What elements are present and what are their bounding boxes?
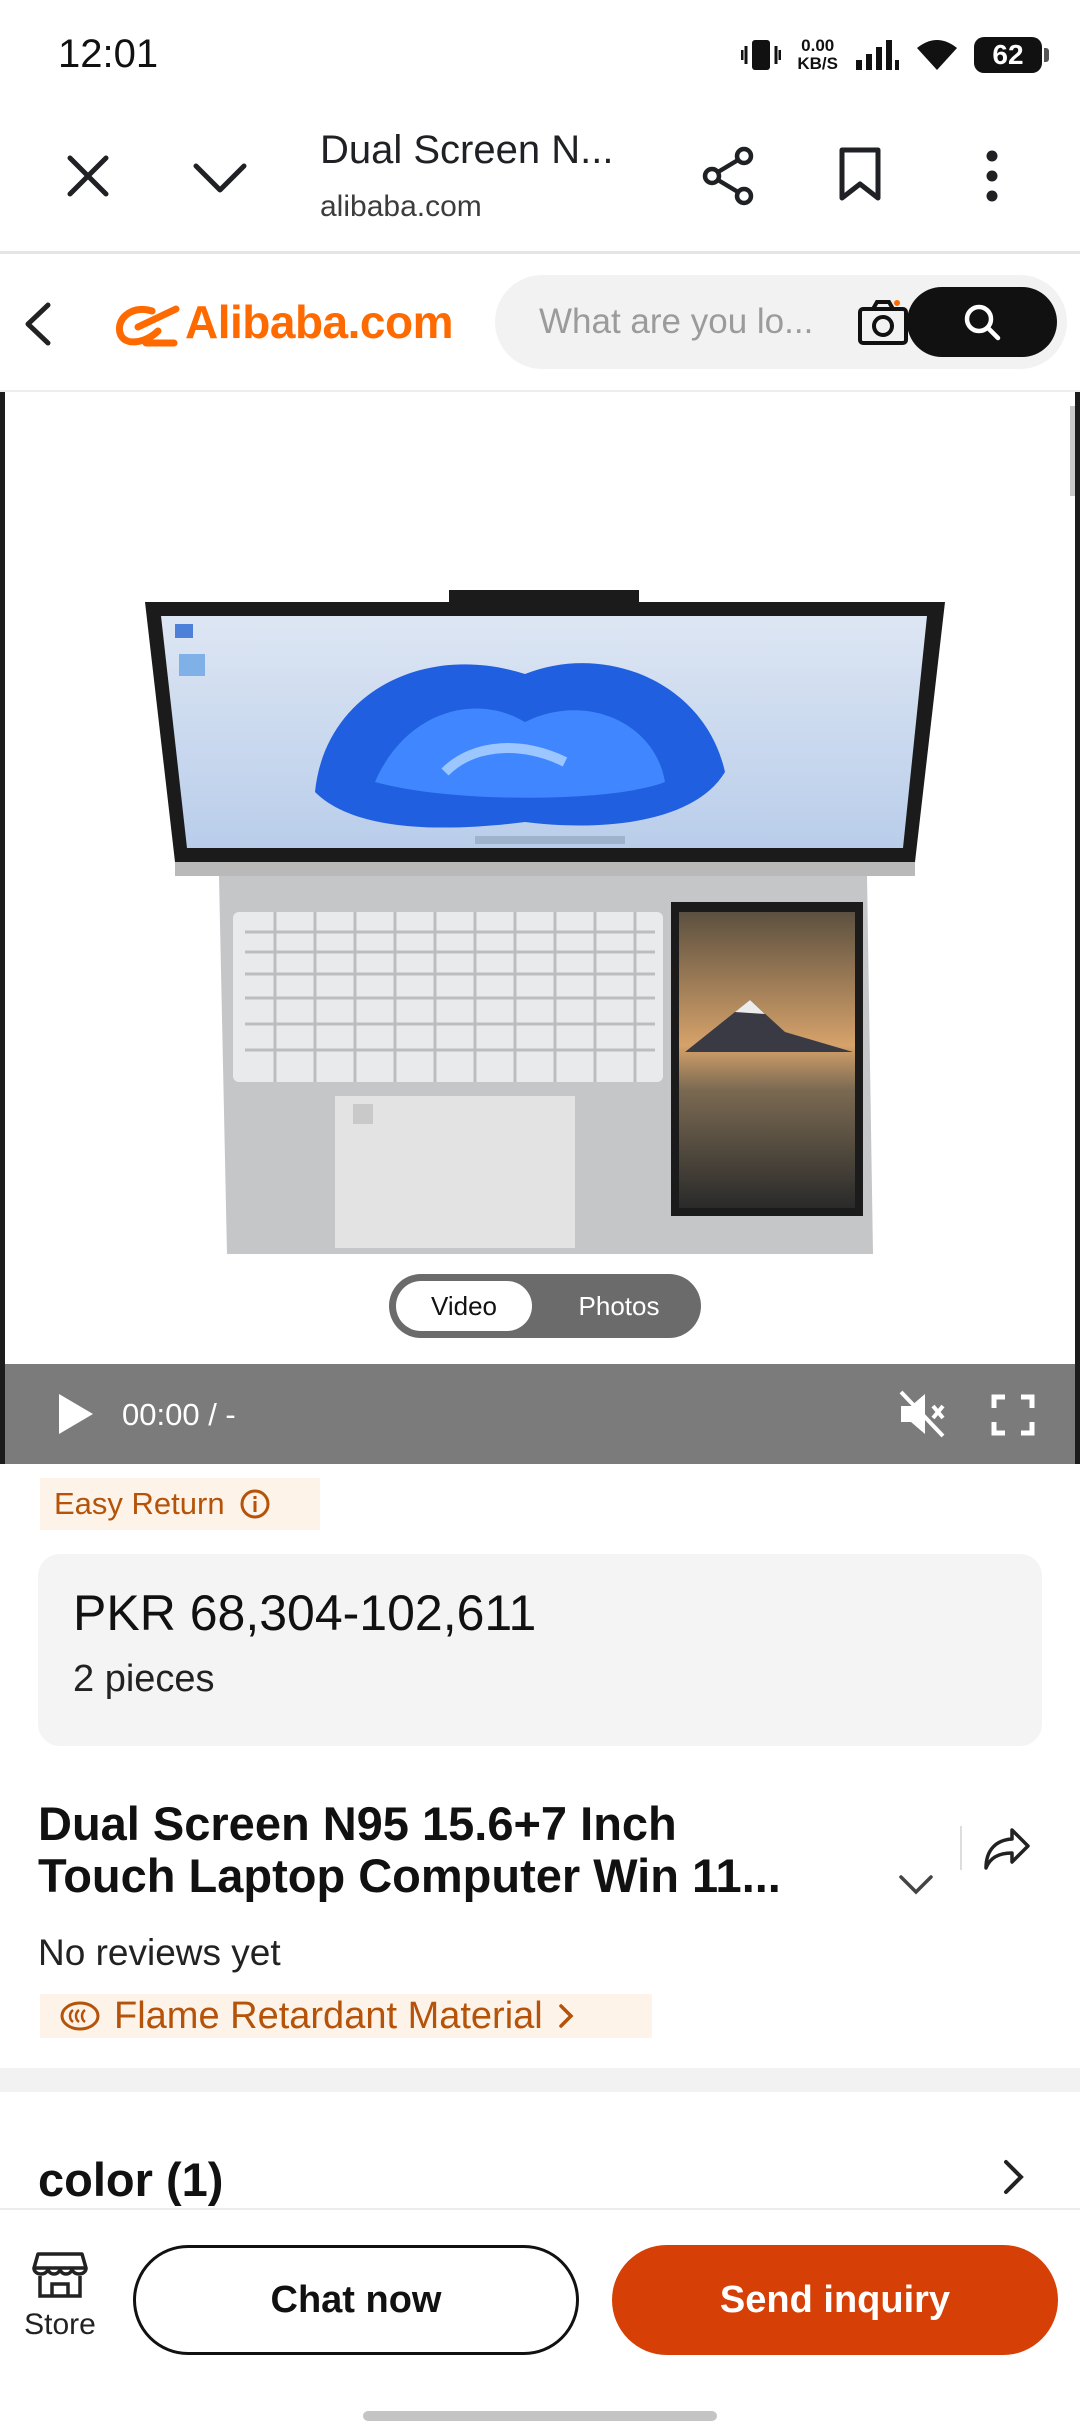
product-title[interactable]: Dual Screen N95 15.6+7 Inch Touch Laptop… — [38, 1798, 878, 1902]
media-toggle: Video Photos — [389, 1274, 701, 1338]
alibaba-logo[interactable]: Alibaba.com — [185, 295, 454, 349]
status-time: 12:01 — [58, 32, 159, 76]
product-image — [145, 406, 1075, 1254]
search-button[interactable] — [907, 287, 1057, 357]
battery-icon: 62 — [974, 37, 1049, 73]
price-card: PKR 68,304-102,611 2 pieces — [38, 1554, 1042, 1746]
video-controls: 00:00 / - — [5, 1364, 1075, 1464]
fullscreen-icon[interactable] — [991, 1394, 1035, 1436]
alibaba-logo-icon[interactable] — [112, 301, 180, 349]
mute-icon[interactable] — [897, 1388, 947, 1440]
page-domain: alibaba.com — [320, 190, 482, 223]
chat-now-button[interactable]: Chat now — [133, 2245, 579, 2355]
site-header: Alibaba.com What are you lo... — [0, 257, 1080, 392]
close-icon[interactable] — [66, 154, 110, 198]
send-inquiry-button[interactable]: Send inquiry — [612, 2245, 1058, 2355]
product-title-line-2: Touch Laptop Computer Win 11... — [38, 1850, 781, 1902]
video-time: 00:00 / - — [122, 1397, 236, 1432]
home-indicator[interactable] — [363, 2411, 717, 2421]
play-icon[interactable] — [55, 1392, 95, 1436]
section-separator — [0, 2068, 1080, 2092]
min-order-quantity: 2 pieces — [73, 1658, 215, 1700]
store-icon — [32, 2252, 88, 2298]
color-option-label[interactable]: color (1) — [38, 2152, 223, 2207]
chevron-right-icon — [558, 2004, 574, 2028]
expand-title-icon[interactable] — [898, 1874, 934, 1896]
more-menu-icon[interactable] — [984, 150, 1000, 202]
feature-label: Flame Retardant Material — [114, 1994, 543, 2037]
product-title-line-1: Dual Screen N95 15.6+7 Inch — [38, 1798, 677, 1850]
search-box[interactable]: What are you lo... — [495, 275, 1067, 369]
share-product-icon[interactable] — [982, 1826, 1032, 1872]
search-input[interactable]: What are you lo... — [539, 302, 813, 342]
reviews-text: No reviews yet — [38, 1932, 281, 1973]
network-speed-value: 0.00 — [801, 36, 835, 55]
vibrate-icon — [741, 40, 782, 70]
feature-tag[interactable]: Flame Retardant Material — [40, 1994, 652, 2038]
status-icons: 0.00 KB/S 62 — [741, 30, 1049, 80]
network-speed: 0.00 KB/S — [797, 37, 838, 73]
back-arrow-icon[interactable] — [22, 301, 52, 347]
browser-toolbar: Dual Screen N... alibaba.com — [0, 110, 1080, 254]
camera-search-icon[interactable] — [857, 297, 909, 347]
chevron-down-icon[interactable] — [192, 162, 248, 194]
price: PKR 68,304-102,611 — [73, 1585, 537, 1641]
product-media[interactable]: Video Photos 00:00 / - — [0, 392, 1080, 1464]
status-bar: 12:01 0.00 KB/S 62 — [0, 0, 1080, 110]
photos-tab[interactable]: Photos — [559, 1281, 679, 1331]
wifi-icon — [917, 40, 957, 70]
bookmark-icon[interactable] — [838, 146, 882, 202]
video-tab[interactable]: Video — [396, 1281, 532, 1331]
bottom-action-bar: Store Chat now Send inquiry — [0, 2208, 1080, 2436]
easy-return-badge[interactable]: Easy Return — [40, 1478, 320, 1530]
signal-icon — [856, 40, 899, 70]
easy-return-label: Easy Return — [54, 1486, 225, 1521]
store-button[interactable]: Store — [20, 2250, 100, 2342]
color-chevron-right-icon[interactable] — [1002, 2158, 1026, 2196]
store-label: Store — [24, 2308, 96, 2341]
page-title: Dual Screen N... — [320, 128, 614, 172]
search-icon — [964, 304, 1001, 341]
share-icon[interactable] — [700, 146, 756, 206]
certification-icon — [60, 2001, 100, 2031]
network-speed-unit: KB/S — [797, 54, 838, 73]
info-icon[interactable] — [239, 1488, 271, 1520]
divider — [960, 1826, 962, 1870]
